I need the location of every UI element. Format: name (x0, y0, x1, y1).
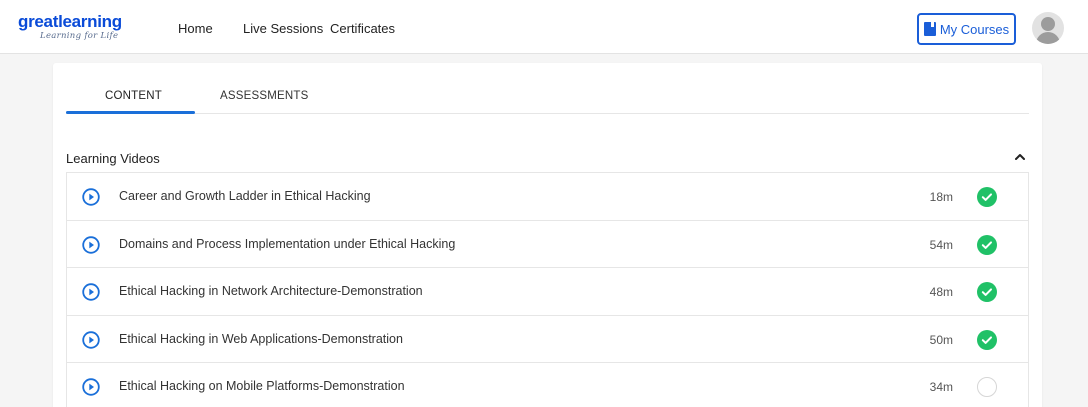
top-navbar: greatlearning Learning for Life Home Liv… (0, 0, 1088, 54)
video-duration: 50m (929, 332, 953, 347)
video-row[interactable]: Career and Growth Ladder in Ethical Hack… (67, 173, 1028, 221)
user-avatar[interactable] (1032, 12, 1064, 44)
play-circle-icon[interactable] (82, 330, 100, 349)
video-title: Ethical Hacking on Mobile Platforms-Demo… (119, 379, 405, 393)
incomplete-circle-icon (977, 377, 997, 397)
active-tab-indicator (66, 111, 195, 114)
video-row[interactable]: Ethical Hacking in Web Applications-Demo… (67, 316, 1028, 363)
my-courses-button[interactable]: My Courses (917, 13, 1016, 45)
video-title: Ethical Hacking in Web Applications-Demo… (119, 331, 403, 346)
tab-bar: CONTENT ASSESSMENTS (66, 63, 1029, 114)
course-content-card: CONTENT ASSESSMENTS Learning Videos Care… (53, 63, 1042, 407)
play-circle-icon[interactable] (82, 378, 100, 396)
avatar-body-shape (1036, 32, 1060, 44)
tab-content[interactable]: CONTENT (105, 90, 162, 102)
video-list: Career and Growth Ladder in Ethical Hack… (66, 172, 1029, 407)
video-row[interactable]: Ethical Hacking in Network Architecture-… (67, 268, 1028, 316)
chevron-up-icon[interactable] (1012, 149, 1028, 165)
video-duration: 34m (929, 380, 953, 394)
video-duration: 54m (929, 237, 953, 252)
book-icon (923, 22, 936, 36)
play-circle-icon[interactable] (82, 188, 100, 206)
logo-tagline: Learning for Life (40, 31, 119, 41)
tab-assessments[interactable]: ASSESSMENTS (220, 90, 308, 102)
logo-wordmark: greatlearning (18, 12, 122, 31)
play-circle-icon[interactable] (82, 283, 100, 301)
avatar-head-shape (1041, 17, 1055, 31)
play-circle-icon[interactable] (82, 235, 100, 254)
completed-check-icon (977, 282, 997, 302)
nav-certificates-link[interactable]: Certificates (330, 21, 395, 36)
brand-logo[interactable]: greatlearning Learning for Life (18, 13, 122, 41)
video-duration: 48m (929, 285, 953, 299)
nav-home-link[interactable]: Home (178, 21, 213, 36)
video-row[interactable]: Domains and Process Implementation under… (67, 221, 1028, 268)
completed-check-icon (977, 234, 997, 255)
video-duration: 18m (929, 190, 953, 204)
video-title: Domains and Process Implementation under… (119, 236, 456, 251)
completed-check-icon (977, 329, 997, 350)
video-title: Career and Growth Ladder in Ethical Hack… (119, 189, 371, 203)
my-courses-label: My Courses (939, 21, 1010, 37)
video-row[interactable]: Ethical Hacking on Mobile Platforms-Demo… (67, 363, 1028, 407)
section-title: Learning Videos (66, 151, 160, 166)
nav-live-sessions-link[interactable]: Live Sessions (243, 21, 323, 36)
completed-check-icon (977, 187, 997, 207)
video-title: Ethical Hacking in Network Architecture-… (119, 284, 423, 298)
